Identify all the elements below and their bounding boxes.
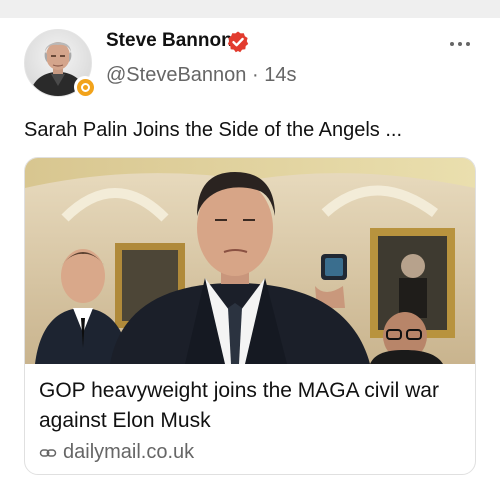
avatar-badge-icon xyxy=(74,76,96,98)
top-divider-strip xyxy=(0,0,500,18)
author-handle[interactable]: @SteveBannon xyxy=(106,64,246,86)
author-display-name[interactable]: Steve Bannon xyxy=(106,30,233,52)
link-preview-image xyxy=(25,158,475,364)
link-preview-domain[interactable]: dailymail.co.uk xyxy=(39,441,194,464)
author-meta: @SteveBannon · 14s xyxy=(106,64,296,87)
link-preview-domain-text: dailymail.co.uk xyxy=(63,441,195,463)
post-timestamp[interactable]: 14s xyxy=(264,64,296,86)
meta-separator: · xyxy=(251,64,259,86)
post-text: Sarah Palin Joins the Side of the Angels… xyxy=(24,119,403,141)
link-preview-card[interactable]: GOP heavyweight joins the MAGA civil war… xyxy=(24,157,476,475)
post: Steve Bannon @SteveBannon · 14s Sarah Pa… xyxy=(0,18,500,493)
verified-badge-icon xyxy=(227,31,249,53)
more-options-icon[interactable] xyxy=(450,40,474,48)
link-icon xyxy=(39,448,57,457)
link-preview-title[interactable]: GOP heavyweight joins the MAGA civil war… xyxy=(39,376,469,436)
